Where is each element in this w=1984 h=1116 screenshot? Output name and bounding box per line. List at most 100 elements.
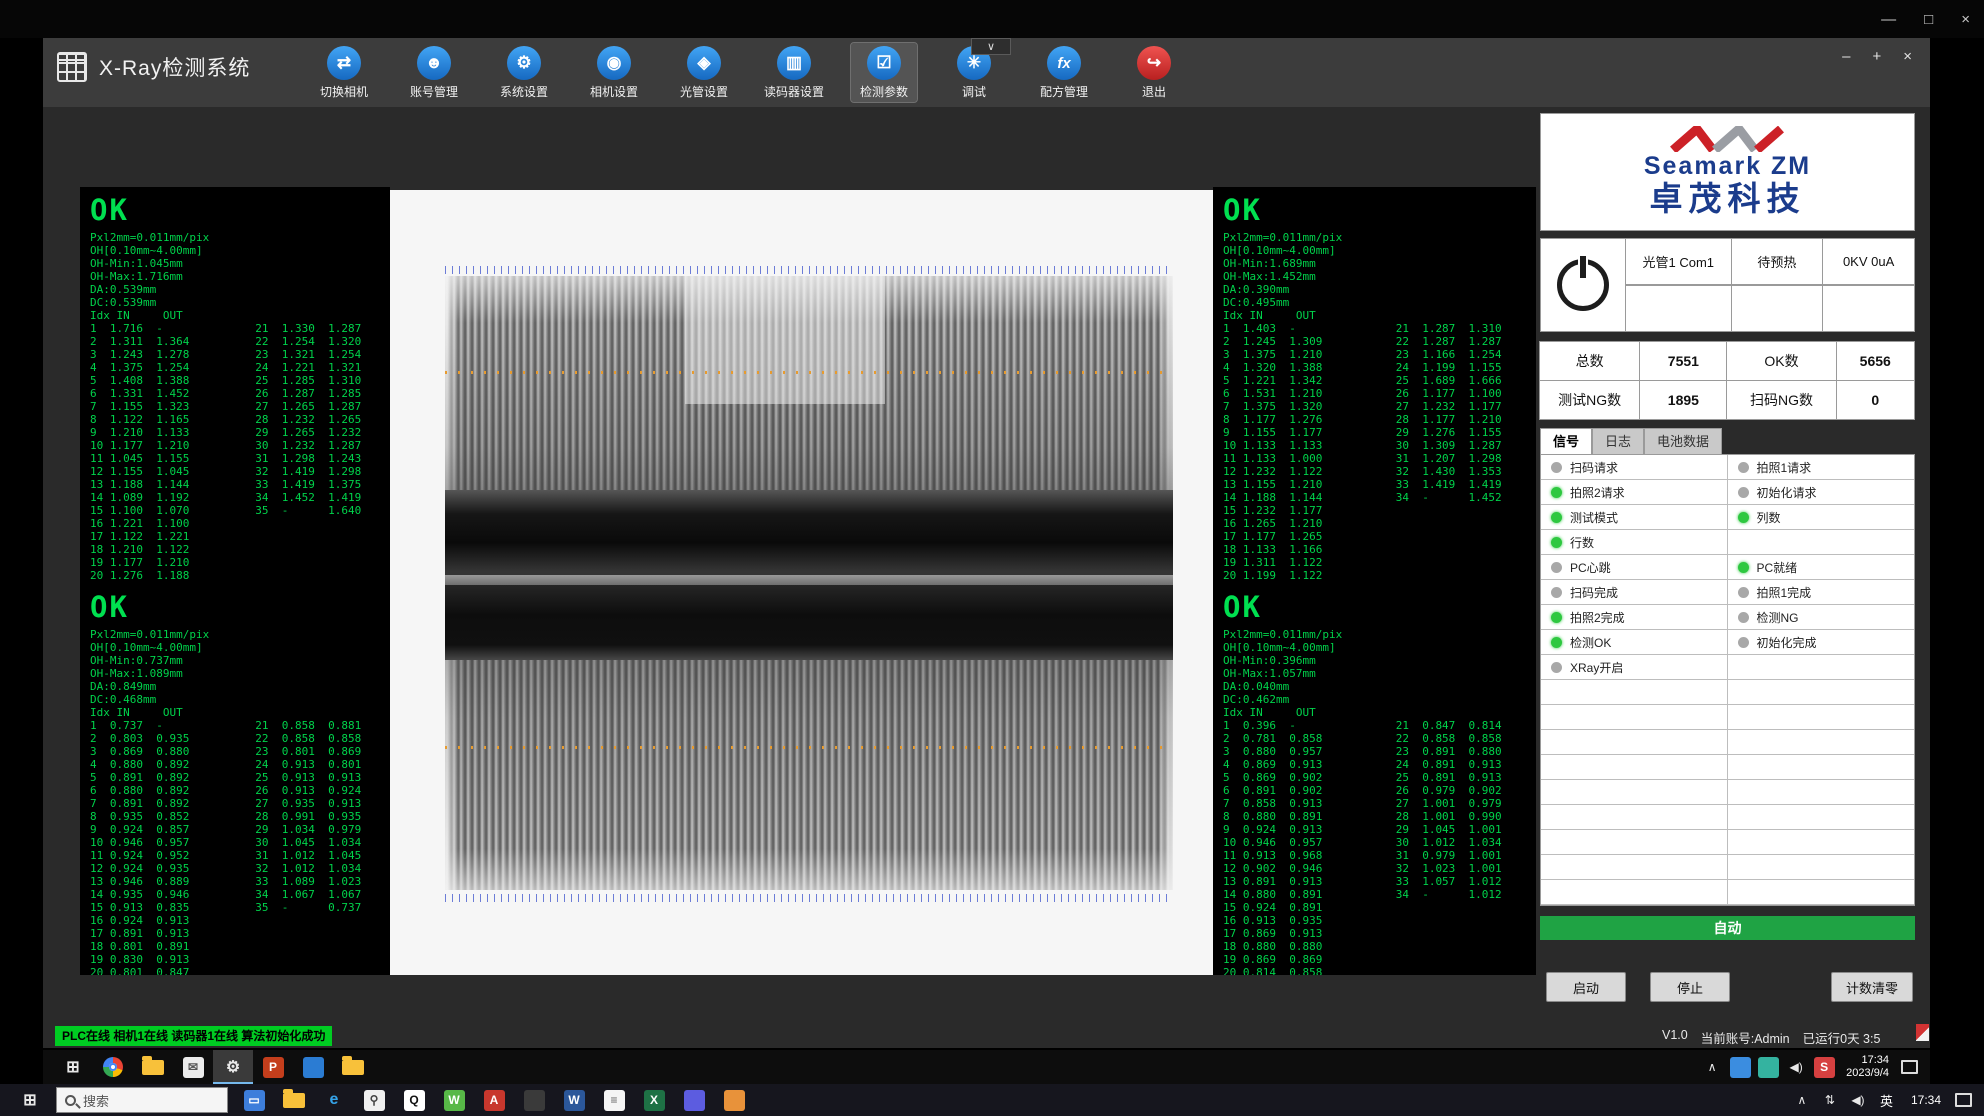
app-minimize-button[interactable]: – xyxy=(1842,48,1850,65)
signal-grid: 扫码请求拍照1请求拍照2请求初始化请求测试模式列数行数PC心跳PC就绪扫码完成拍… xyxy=(1540,454,1915,906)
start-button[interactable]: ⊞ xyxy=(10,1084,50,1116)
signal-label: PC就绪 xyxy=(1757,559,1798,576)
header-line: Pxl2mm=0.011mm/pix xyxy=(90,231,380,244)
tab-signal[interactable]: 信号 xyxy=(1540,428,1592,454)
app-tray-icon-blue[interactable] xyxy=(1726,1050,1754,1084)
count-clear-button[interactable]: 计数清零 xyxy=(1831,972,1913,1002)
measure-row: 11 1.133 1.000 xyxy=(1223,452,1396,465)
measure-row: 16 0.924 0.913 xyxy=(90,914,255,927)
start-button[interactable]: ⊞ xyxy=(53,1050,93,1084)
powerpoint-app-icon[interactable]: P xyxy=(253,1050,293,1084)
file-explorer-icon[interactable] xyxy=(133,1050,173,1084)
inner-clock[interactable]: 17:34 2023/9/4 xyxy=(1838,1054,1897,1080)
skype-icon[interactable]: S xyxy=(1810,1050,1838,1084)
measure-row: 16 0.913 0.935 xyxy=(1223,914,1396,927)
signal-row: 扫码完成拍照1完成 xyxy=(1541,580,1914,605)
excel-icon[interactable]: X xyxy=(634,1084,674,1116)
measure-row: 18 1.210 1.122 xyxy=(90,543,255,556)
dark-band-1 xyxy=(445,490,1173,575)
start-button[interactable]: 启动 xyxy=(1546,972,1626,1002)
dark-band-2 xyxy=(445,585,1173,660)
action-center-icon[interactable] xyxy=(1955,1093,1972,1107)
led-indicator xyxy=(1551,637,1562,648)
taskbar-search-input[interactable]: 搜索 xyxy=(56,1087,228,1113)
measure-row: 1 0.737 - xyxy=(90,719,255,732)
signal-cell xyxy=(1728,655,1915,679)
measure-row: 23 0.801 0.869 xyxy=(255,745,380,758)
toolbar-button-tube-settings[interactable]: ◈ 光管设置 xyxy=(671,43,737,102)
toolbar-buttons: ⇄ 切换相机 ☻ 账号管理 ⚙ 系统设置 ◉ 相机设置 ◈ 光管设置 ▥ 读码器… xyxy=(311,43,1187,102)
header-line: DC:0.462mm xyxy=(1223,693,1526,706)
app-icon-monitor[interactable]: ▭ xyxy=(234,1084,274,1116)
app-tray-icon-teal[interactable] xyxy=(1754,1050,1782,1084)
stop-button[interactable]: 停止 xyxy=(1650,972,1730,1002)
app-icon-purple[interactable] xyxy=(674,1084,714,1116)
measure-row: 9 1.210 1.133 xyxy=(90,426,255,439)
power-button[interactable] xyxy=(1557,259,1609,311)
outer-taskbar: ⊞ 搜索 ▭e⚲QWAW≡X ∧⇅◀) 英 17:34 xyxy=(0,1084,1984,1116)
volume-icon[interactable]: ◀) xyxy=(1782,1050,1810,1084)
file-explorer-icon[interactable] xyxy=(274,1084,314,1116)
app-icon-blue[interactable] xyxy=(293,1050,333,1084)
tray-expand-icon[interactable]: ∧ xyxy=(1788,1084,1816,1116)
measure-row: 35 - 1.640 xyxy=(255,504,380,517)
settings-app-icon[interactable]: ⚙ xyxy=(213,1050,253,1084)
toolbar-button-account[interactable]: ☻ 账号管理 xyxy=(401,43,467,102)
measure-row: 10 0.946 0.957 xyxy=(90,836,255,849)
signal-label: PC心跳 xyxy=(1570,559,1611,576)
app-icon-orange[interactable] xyxy=(714,1084,754,1116)
tab-log[interactable]: 日志 xyxy=(1592,428,1644,454)
signal-cell xyxy=(1541,855,1728,879)
measure-row: 21 1.287 1.310 xyxy=(1396,322,1526,335)
measure-row: 5 0.891 0.892 xyxy=(90,771,255,784)
toolbar-button-switch-camera[interactable]: ⇄ 切换相机 xyxy=(311,43,377,102)
host-minimize-button[interactable]: — xyxy=(1881,11,1896,28)
measure-row: 21 1.330 1.287 xyxy=(255,322,380,335)
toolbar-button-camera-settings[interactable]: ◉ 相机设置 xyxy=(581,43,647,102)
measure-row: 18 0.801 0.891 xyxy=(90,940,255,953)
qq-icon[interactable]: Q xyxy=(394,1084,434,1116)
host-maximize-button[interactable]: □ xyxy=(1924,11,1933,28)
volume-icon[interactable]: ◀) xyxy=(1844,1084,1872,1116)
word-icon[interactable]: W xyxy=(554,1084,594,1116)
measure-row: 17 1.122 1.221 xyxy=(90,530,255,543)
network-icon[interactable]: ⇅ xyxy=(1816,1084,1844,1116)
toolbar-button-exit[interactable]: ↪ 退出 xyxy=(1121,43,1187,102)
led-indicator xyxy=(1551,562,1562,573)
app-maximize-button[interactable]: + xyxy=(1872,48,1881,65)
signal-row xyxy=(1541,780,1914,805)
signal-cell: 拍照2请求 xyxy=(1541,480,1728,504)
measure-row: 12 1.155 1.045 xyxy=(90,465,255,478)
chrome-icon[interactable] xyxy=(93,1050,133,1084)
ime-indicator[interactable]: 英 xyxy=(1872,1091,1901,1110)
toolbar-button-reader-settings[interactable]: ▥ 读码器设置 xyxy=(761,43,827,102)
file-explorer2-icon[interactable] xyxy=(333,1050,373,1084)
measure-columns: Idx IN OUT1 0.396 -2 0.781 0.8583 0.880 … xyxy=(1223,706,1526,975)
signal-row: 扫码请求拍照1请求 xyxy=(1541,455,1914,480)
toolbar-button-recipe[interactable]: fx 配方管理 xyxy=(1031,43,1097,102)
toolbar-button-system-settings[interactable]: ⚙ 系统设置 xyxy=(491,43,557,102)
wechat-icon[interactable]: W xyxy=(434,1084,474,1116)
dark-app-icon[interactable] xyxy=(514,1084,554,1116)
result-text: OK xyxy=(1223,590,1526,624)
outer-clock[interactable]: 17:34 xyxy=(1901,1093,1951,1107)
signal-row: 检测OK初始化完成 xyxy=(1541,630,1914,655)
search-app-icon[interactable]: ⚲ xyxy=(354,1084,394,1116)
adobe-icon[interactable]: A xyxy=(474,1084,514,1116)
chevron-down-icon[interactable]: ∨ xyxy=(971,38,1011,55)
signal-cell: 列数 xyxy=(1728,505,1915,529)
edge-icon[interactable]: e xyxy=(314,1084,354,1116)
signal-cell: 扫码完成 xyxy=(1541,580,1728,604)
host-close-button[interactable]: × xyxy=(1961,11,1970,28)
measure-row: 25 0.913 0.913 xyxy=(255,771,380,784)
notepad-icon[interactable]: ≡ xyxy=(594,1084,634,1116)
action-center-icon[interactable] xyxy=(1901,1060,1918,1074)
toolbar-button-detection-params[interactable]: ☑ 检测参数 xyxy=(851,43,917,102)
measure-row: 23 0.891 0.880 xyxy=(1396,745,1526,758)
app-close-button[interactable]: × xyxy=(1903,48,1912,65)
tray-expand-icon[interactable]: ∧ xyxy=(1698,1050,1726,1084)
auto-mode-bar[interactable]: 自动 xyxy=(1540,916,1915,940)
tab-battery-data[interactable]: 电池数据 xyxy=(1644,428,1722,454)
mail-app-icon[interactable]: ✉ xyxy=(173,1050,213,1084)
signal-row: 拍照2请求初始化请求 xyxy=(1541,480,1914,505)
